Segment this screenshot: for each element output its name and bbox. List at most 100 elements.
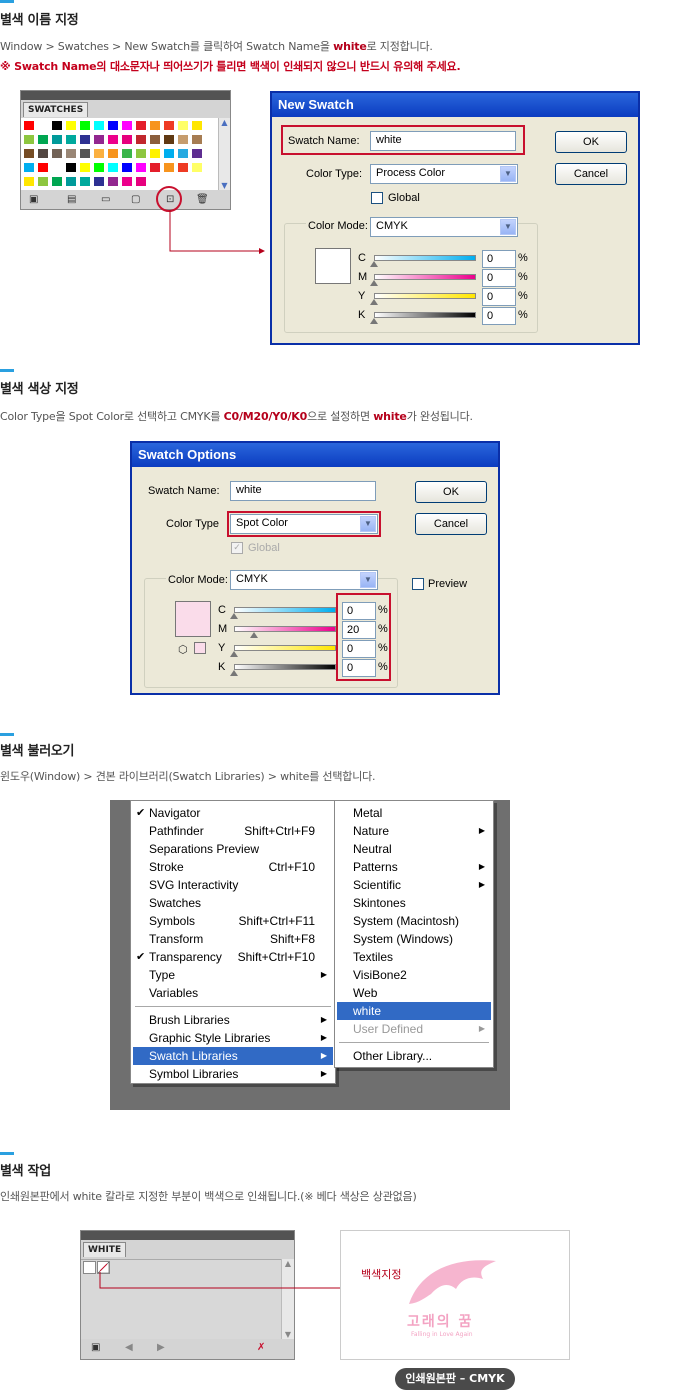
channel-input-k[interactable]: 0 [342,659,376,677]
swatch-chip[interactable] [51,162,63,173]
swatch-chip[interactable] [65,134,77,145]
ok-button[interactable]: OK [415,481,487,503]
swatch-options-icon[interactable]: ▭ [101,194,110,205]
swatch-chip[interactable] [23,176,35,187]
ok-button[interactable]: OK [555,131,627,153]
swatch-chip[interactable] [37,162,49,173]
menu-item[interactable]: Swatches [133,894,333,912]
swatch-chip[interactable] [51,176,63,187]
slider-thumb[interactable] [370,280,378,286]
slider-thumb[interactable] [250,632,259,638]
swatch-chip[interactable] [177,148,189,159]
swatch-chip[interactable] [149,134,161,145]
swatch-chip[interactable] [79,148,91,159]
slider-thumb[interactable] [230,670,238,676]
cancel-button[interactable]: Cancel [415,513,487,535]
swatch-chip[interactable] [93,120,105,131]
swatch-chip[interactable] [135,120,147,131]
swatch-chip[interactable] [65,148,77,159]
swatch-chip[interactable] [23,134,35,145]
slider-thumb[interactable] [230,651,238,657]
global-checkbox[interactable] [371,192,383,204]
menu-item[interactable]: Type ▶ [133,966,333,984]
swatch-chip[interactable] [135,176,147,187]
swatch-chip[interactable] [121,120,133,131]
swatch-chip[interactable] [177,120,189,131]
swatch-chip[interactable] [107,162,119,173]
menu-item[interactable]: Pathfinder Shift+Ctrl+F9 [133,822,333,840]
menu-item[interactable]: Swatch Libraries ▶ [133,1047,333,1065]
channel-slider-k[interactable] [234,664,336,670]
menu-item[interactable]: Neutral [337,840,491,858]
swatches-tab[interactable]: SWATCHES [23,102,89,117]
swatch-chip[interactable] [107,120,119,131]
preview-checkbox[interactable] [412,578,424,590]
menu-item[interactable]: ✔ Transparency Shift+Ctrl+F10 [133,948,333,966]
swatch-chip[interactable] [65,162,77,173]
swatch-chip[interactable] [23,162,35,173]
swatch-chip[interactable] [65,176,77,187]
swatch-chip[interactable] [149,162,161,173]
channel-input-m[interactable]: 0 [482,269,516,287]
swatch-chip[interactable] [135,162,147,173]
swatch-chip[interactable] [121,148,133,159]
delete-icon[interactable]: ✗ [257,1342,265,1353]
menu-item[interactable]: Graphic Style Libraries ▶ [133,1029,333,1047]
swatch-chip[interactable] [163,120,175,131]
menu-item[interactable]: Nature ▶ [337,822,491,840]
channel-slider-y[interactable] [374,293,476,299]
swatch-chip[interactable] [93,162,105,173]
slider-thumb[interactable] [230,613,238,619]
menu-item[interactable]: Separations Preview [133,840,333,858]
swatch-chip[interactable] [107,134,119,145]
channel-slider-c[interactable] [374,255,476,261]
channel-slider-m[interactable] [234,626,336,632]
menu-item[interactable]: System (Macintosh) [337,912,491,930]
cancel-button[interactable]: Cancel [555,163,627,185]
swatch-chip[interactable] [163,148,175,159]
slider-thumb[interactable] [370,318,378,324]
color-mode-select[interactable]: CMYK ▼ [370,217,518,237]
swatch-chip[interactable] [177,162,189,173]
swatch-chip[interactable] [163,134,175,145]
swatch-chip[interactable] [191,134,203,145]
swatch-chip[interactable] [79,120,91,131]
swatch-chip[interactable] [121,134,133,145]
other-library-item[interactable]: Other Library... [337,1047,491,1065]
channel-input-m[interactable]: 20 [342,621,376,639]
swatch-chip[interactable] [51,148,63,159]
menu-item[interactable]: VisiBone2 [337,966,491,984]
swatch-chip[interactable] [23,120,35,131]
menu-item[interactable]: Brush Libraries ▶ [133,1011,333,1029]
swatch-chip[interactable] [121,162,133,173]
channel-slider-m[interactable] [374,274,476,280]
swatch-chip[interactable] [51,120,63,131]
menu-item[interactable]: Textiles [337,948,491,966]
channel-slider-c[interactable] [234,607,336,613]
color-mode-select[interactable]: CMYK ▼ [230,570,378,590]
channel-slider-y[interactable] [234,645,336,651]
menu-item[interactable]: ✔ Navigator [133,804,333,822]
swatch-chip[interactable] [135,134,147,145]
slider-thumb[interactable] [370,299,378,305]
swatch-chip[interactable] [65,120,77,131]
swatch-chip[interactable] [79,176,91,187]
menu-item[interactable]: Symbol Libraries ▶ [133,1065,333,1083]
swatch-chip[interactable] [149,120,161,131]
swatch-name-input[interactable]: white [230,481,376,501]
white-tab[interactable]: WHITE [83,1242,127,1257]
menu-item[interactable]: Scientific ▶ [337,876,491,894]
channel-slider-k[interactable] [374,312,476,318]
swatch-library-icon[interactable]: ▣ [91,1342,100,1353]
swatch-chip[interactable] [177,134,189,145]
prev-library-icon[interactable]: ◀ [125,1342,133,1353]
swatch-chip[interactable] [37,134,49,145]
menu-item[interactable]: SVG Interactivity [133,876,333,894]
next-library-icon[interactable]: ▶ [157,1342,165,1353]
swatch-chip[interactable] [149,148,161,159]
channel-input-y[interactable]: 0 [342,640,376,658]
channel-input-y[interactable]: 0 [482,288,516,306]
swatch-chip[interactable] [37,176,49,187]
menu-item[interactable]: white [337,1002,491,1020]
swatch-chip[interactable] [37,148,49,159]
